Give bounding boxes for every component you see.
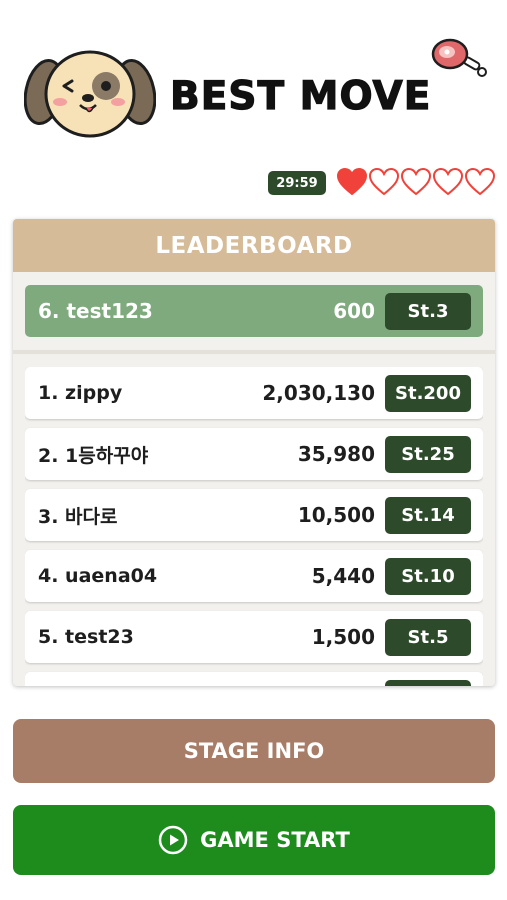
heart-empty-icon	[464, 167, 496, 196]
meat-icon	[431, 38, 487, 77]
game-start-label: GAME START	[200, 828, 350, 852]
leaderboard-list[interactable]: 1. zippy 2,030,130 St.200 2. 1등하꾸야 35,98…	[25, 367, 483, 686]
rank-stage-badge: St.10	[385, 557, 471, 595]
rank-name: 4. uaena04	[38, 565, 158, 587]
timer-badge: 29:59	[268, 171, 326, 195]
heart-empty-icon	[368, 167, 400, 196]
stage-info-label: STAGE INFO	[183, 739, 325, 763]
heart-empty-icon	[400, 167, 432, 196]
leaderboard-row: 3. 바다로 10,500 St.14	[25, 489, 483, 541]
rank-stage-badge: St.200	[385, 374, 471, 412]
leaderboard-row	[25, 672, 483, 686]
rank-stage-badge: St.25	[385, 435, 471, 473]
my-rank-name: 6. test123	[38, 299, 153, 323]
dog-face-icon	[24, 50, 156, 138]
leaderboard-row: 4. uaena04 5,440 St.10	[25, 550, 483, 602]
rank-stage-badge	[385, 679, 471, 686]
rank-score: 10,500	[297, 503, 375, 527]
rank-name: 1. zippy	[38, 382, 123, 404]
rank-score: 1,500	[311, 625, 375, 649]
rank-stage-badge: St.5	[385, 618, 471, 656]
leaderboard-row: 1. zippy 2,030,130 St.200	[25, 367, 483, 419]
rank-name: 2. 1등하꾸야	[38, 444, 149, 467]
rank-name: 5. test23	[38, 626, 134, 648]
divider	[13, 350, 495, 354]
leaderboard-panel: LEADERBOARD 6. test123 600 St.3 1. zippy…	[13, 219, 495, 686]
heart-empty-icon	[432, 167, 464, 196]
rank-score: 5,440	[311, 564, 375, 588]
leaderboard-row: 2. 1등하꾸야 35,980 St.25	[25, 428, 483, 480]
lives-hearts	[336, 166, 496, 198]
my-rank-stage-badge: St.3	[385, 292, 471, 330]
rank-stage-badge: St.14	[385, 496, 471, 534]
play-circle-icon	[158, 825, 188, 855]
app-title: BEST MOVE	[169, 73, 432, 119]
heart-filled-icon	[336, 167, 368, 196]
my-rank-score: 600	[333, 299, 375, 323]
rank-score: 35,980	[297, 442, 375, 466]
rank-name: 3. 바다로	[38, 505, 118, 528]
rank-score: 2,030,130	[262, 381, 375, 405]
stage-info-button[interactable]: STAGE INFO	[13, 719, 495, 783]
game-start-button[interactable]: GAME START	[13, 805, 495, 875]
leaderboard-title: LEADERBOARD	[13, 219, 495, 272]
leaderboard-row: 5. test23 1,500 St.5	[25, 611, 483, 663]
my-rank-row: 6. test123 600 St.3	[25, 285, 483, 337]
